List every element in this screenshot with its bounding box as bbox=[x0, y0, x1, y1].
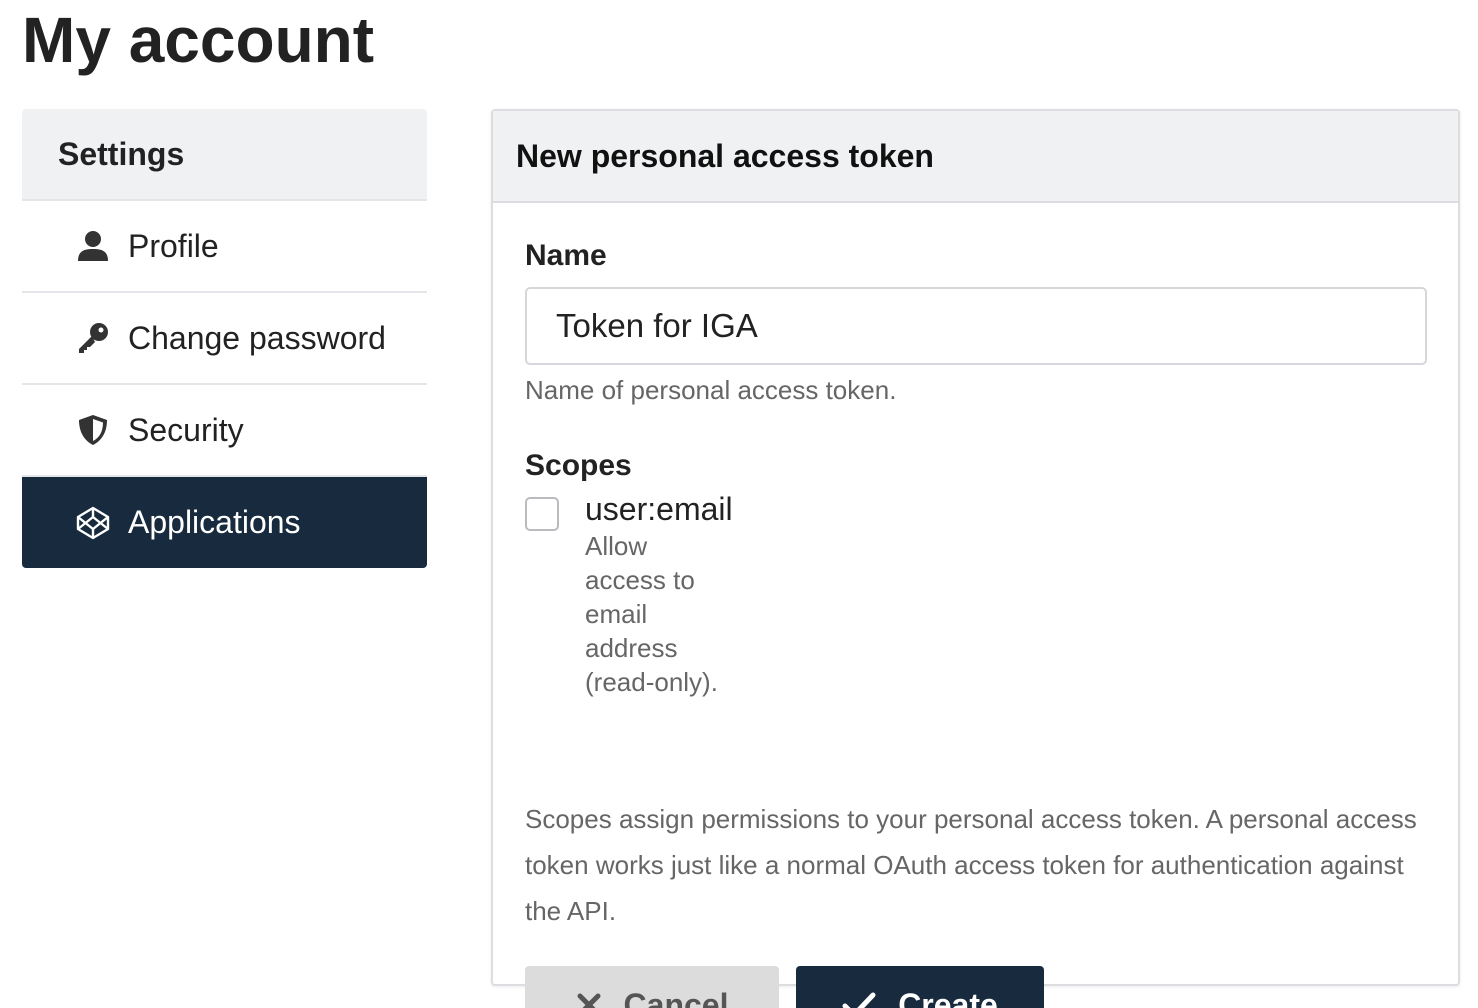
token-name-input[interactable] bbox=[525, 287, 1427, 365]
user-icon bbox=[75, 228, 111, 264]
close-icon bbox=[576, 992, 602, 1008]
page-title: My account bbox=[22, 4, 375, 76]
sidebar-item-applications[interactable]: Applications bbox=[22, 477, 427, 568]
sidebar-item-label: Security bbox=[128, 411, 244, 448]
page: My account Settings Profile Change passw… bbox=[0, 0, 1478, 1008]
cancel-button[interactable]: Cancel bbox=[525, 966, 779, 1008]
sidebar-item-profile[interactable]: Profile bbox=[22, 201, 427, 293]
name-help-text: Name of personal access token. bbox=[525, 375, 897, 405]
cancel-label: Cancel bbox=[623, 986, 729, 1008]
new-token-card: New personal access token Name Name of p… bbox=[491, 109, 1460, 1008]
scopes-label: Scopes bbox=[525, 449, 632, 482]
scope-description: Allow access to email address (read-only… bbox=[585, 531, 718, 697]
scopes-help-text: Scopes assign permissions to your person… bbox=[525, 804, 1417, 926]
sidebar-item-label: Applications bbox=[128, 504, 301, 540]
name-label: Name bbox=[525, 239, 607, 272]
sidebar-item-label: Profile bbox=[128, 227, 219, 264]
sidebar-item-label: Change password bbox=[128, 319, 386, 356]
card-title: New personal access token bbox=[493, 111, 1458, 203]
sidebar-item-change-password[interactable]: Change password bbox=[22, 293, 427, 385]
scope-name: user:email bbox=[585, 491, 733, 527]
codepen-icon bbox=[75, 505, 111, 541]
key-icon bbox=[75, 320, 111, 356]
create-button[interactable]: Create bbox=[796, 966, 1044, 1008]
create-label: Create bbox=[898, 986, 998, 1008]
scope-user-email-checkbox[interactable] bbox=[525, 497, 559, 531]
settings-sidebar: Settings Profile Change password Securit… bbox=[22, 109, 427, 568]
check-icon bbox=[842, 991, 876, 1008]
sidebar-header: Settings bbox=[22, 109, 427, 201]
sidebar-item-security[interactable]: Security bbox=[22, 385, 427, 477]
shield-icon bbox=[75, 412, 111, 448]
